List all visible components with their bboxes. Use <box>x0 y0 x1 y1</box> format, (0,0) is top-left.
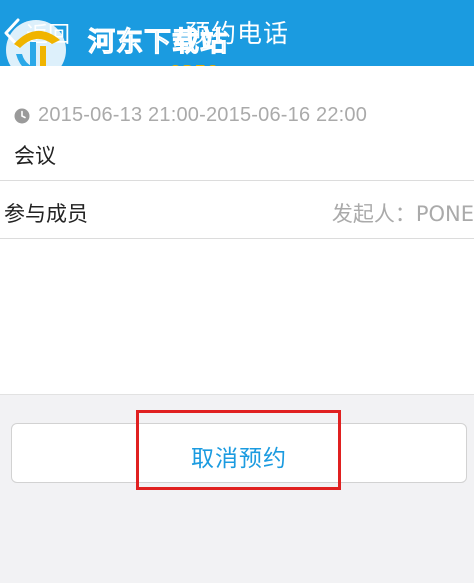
meeting-info-section: 2015-06-13 21:00-2015-06-16 22:00 会议 <box>0 66 474 180</box>
meeting-title: 会议 <box>14 144 56 168</box>
clock-icon <box>14 108 30 123</box>
reservation-detail-screen: 返回 预约电话 河东下载站 www.pc0359.cn 2015-06-13 2… <box>0 0 474 583</box>
members-label: 参与成员 <box>4 202 88 226</box>
meeting-time-range: 2015-06-13 21:00-2015-06-16 22:00 <box>38 104 368 126</box>
cancel-reservation-label: 取消预约 <box>191 446 287 472</box>
divider <box>0 394 474 395</box>
members-section: 参与成员 发起人：PONE <box>0 181 474 394</box>
initiator-label: 发起人：PONE <box>331 202 474 226</box>
cancel-reservation-button[interactable]: 取消预约 <box>11 423 467 483</box>
header-bar: 返回 预约电话 <box>0 0 474 66</box>
divider <box>0 238 474 239</box>
page-title: 预约电话 <box>184 19 289 48</box>
time-row: 2015-06-13 21:00-2015-06-16 22:00 <box>14 104 367 127</box>
